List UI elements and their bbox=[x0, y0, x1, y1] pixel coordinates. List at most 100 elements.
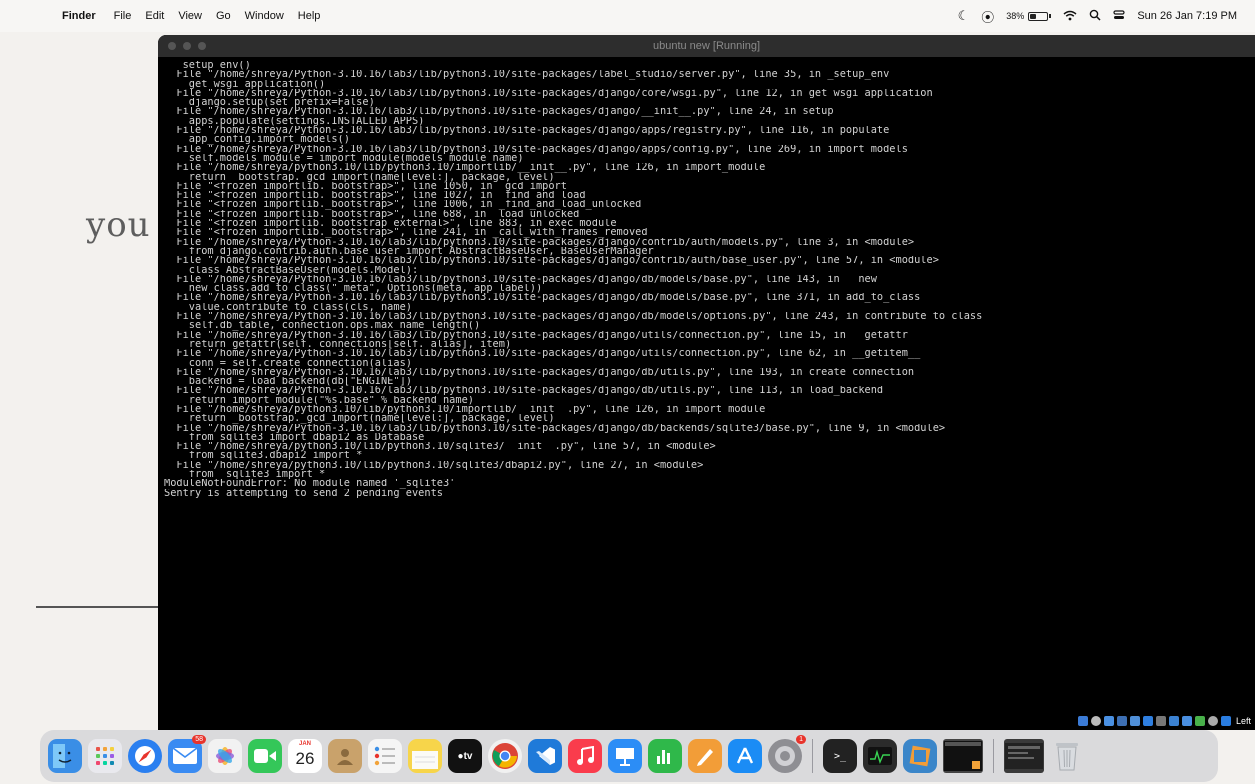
terminal-line: File "<frozen importlib._bootstrap>", li… bbox=[164, 181, 567, 192]
terminal-line: File "/home/shreya/Python-3.10.16/lab3/l… bbox=[164, 70, 890, 80]
terminal-line: return getattr(self._connections[self._a… bbox=[164, 339, 512, 350]
safari-icon[interactable] bbox=[128, 739, 162, 773]
pages-icon[interactable] bbox=[688, 739, 722, 773]
terminal-line: File "/home/shreya/Python-3.10.16/lab3/l… bbox=[164, 293, 921, 303]
battery-tip bbox=[1049, 14, 1052, 18]
terminal-output[interactable]: _setup_env() File "/home/shreya/Python-3… bbox=[164, 61, 1249, 498]
menu-file[interactable]: File bbox=[114, 10, 132, 22]
terminal-line: File "/home/shreya/Python-3.10.16/lab3/l… bbox=[164, 256, 939, 266]
terminal-line: File "/home/shreya/Python-3.10.16/lab3/l… bbox=[164, 107, 834, 117]
terminal-line: from django.contrib.auth.base_user impor… bbox=[164, 246, 654, 257]
notes-icon[interactable] bbox=[408, 739, 442, 773]
activity-monitor-icon[interactable] bbox=[863, 739, 897, 773]
photos-icon[interactable] bbox=[208, 739, 242, 773]
terminal-prompt-glyph: >_ bbox=[833, 750, 847, 762]
terminal-line: Sentry is attempting to send 2 pending e… bbox=[164, 488, 443, 498]
facetime-icon[interactable] bbox=[248, 739, 282, 773]
terminal-line: value.contribute_to_class(cls, name) bbox=[164, 302, 412, 313]
menu-help[interactable]: Help bbox=[298, 10, 321, 22]
recording-icon[interactable] bbox=[1181, 716, 1192, 726]
play-circle-icon[interactable]: ⦿ bbox=[981, 7, 994, 26]
chrome-icon[interactable] bbox=[488, 739, 522, 773]
virtualbox-icon[interactable] bbox=[903, 739, 937, 773]
terminal-line: File "/home/shreya/Python-3.10.16/lab3/l… bbox=[164, 386, 884, 396]
system-settings-icon[interactable]: 1 bbox=[768, 735, 806, 773]
keyboard-icon[interactable] bbox=[1220, 716, 1231, 726]
terminal-line: get_wsgi_application() bbox=[164, 79, 326, 89]
terminal-line: from _sqlite3 import * bbox=[164, 470, 326, 480]
contacts-icon[interactable] bbox=[328, 739, 362, 773]
terminal-line: File "/home/shreya/Python-3.10.16/lab3/l… bbox=[164, 312, 983, 322]
terminal-line: File "/home/shreya/Python-3.10.16/lab3/l… bbox=[164, 367, 915, 378]
terminal-line: backend = load_backend(db["ENGINE"]) bbox=[164, 377, 412, 387]
search-icon[interactable] bbox=[1089, 9, 1101, 24]
terminal-line: File "<frozen importlib._bootstrap>", li… bbox=[164, 228, 648, 238]
terminal-line: File "/home/shreya/Python-3.10.16/lab3/l… bbox=[164, 237, 915, 247]
keynote-icon[interactable] bbox=[608, 739, 642, 773]
finder-icon[interactable] bbox=[48, 739, 82, 773]
hard-disk-icon[interactable] bbox=[1077, 716, 1088, 726]
app-store-icon[interactable] bbox=[728, 739, 762, 773]
terminal-line: apps.populate(settings.INSTALLED_APPS) bbox=[164, 116, 425, 127]
cpu-icon[interactable] bbox=[1194, 716, 1205, 726]
terminal-line: File "/home/shreya/Python-3.10.16/lab3/l… bbox=[164, 126, 890, 136]
menu-app-finder[interactable]: Finder bbox=[62, 10, 96, 22]
moon-icon[interactable]: ☾ bbox=[958, 8, 970, 24]
calendar-month: JAN bbox=[298, 741, 311, 747]
control-center-icon[interactable] bbox=[1113, 9, 1125, 24]
terminal-line: File "/home/shreya/python3.10/lib/python… bbox=[164, 442, 716, 452]
terminal-line: File "/home/shreya/Python-3.10.16/lab3/l… bbox=[164, 274, 890, 285]
terminal-line: ModuleNotFoundError: No module named '_s… bbox=[164, 479, 456, 489]
vscode-icon[interactable] bbox=[528, 739, 562, 773]
vm-window[interactable]: ubuntu new [Running] _setup_env() File "… bbox=[158, 35, 1255, 730]
music-icon[interactable] bbox=[568, 739, 602, 773]
terminal-line: File "/home/shreya/Python-3.10.16/lab3/l… bbox=[164, 349, 921, 359]
status-area: ☾ ⦿ 38% Sun 26 Jan 7:19 PM bbox=[958, 7, 1245, 26]
video-capture-icon[interactable] bbox=[1168, 716, 1179, 726]
terminal-line: _setup_env() bbox=[164, 61, 251, 71]
mouse-integration-icon[interactable] bbox=[1207, 716, 1218, 726]
dock-separator-2 bbox=[993, 739, 994, 773]
screenshot-folder-icon[interactable] bbox=[1004, 739, 1044, 773]
terminal-line: from sqlite3.dbapi2 import * bbox=[164, 451, 363, 461]
battery-icon bbox=[1028, 11, 1049, 21]
optical-drive-icon[interactable] bbox=[1090, 716, 1101, 726]
mail-icon[interactable]: 58 bbox=[168, 735, 206, 773]
menu-bar: Finder File Edit View Go Window Help ☾ ⦿… bbox=[0, 0, 1255, 32]
terminal-line: File "/home/shreya/python3.10/lib/python… bbox=[164, 460, 704, 471]
terminal-line: app_config.import_models() bbox=[164, 135, 350, 145]
dock: 58 JAN 26 ●tv 1 >_ bbox=[40, 730, 1218, 782]
background-page-text: you bbox=[86, 205, 151, 245]
reminders-icon[interactable] bbox=[368, 739, 402, 773]
terminal-line: File "/home/shreya/Python-3.10.16/lab3/l… bbox=[164, 88, 933, 99]
network-icon[interactable] bbox=[1116, 716, 1127, 726]
terminal-icon[interactable]: >_ bbox=[823, 739, 857, 773]
calendar-icon[interactable]: JAN 26 bbox=[288, 739, 322, 773]
launchpad-icon[interactable] bbox=[88, 739, 122, 773]
battery-status[interactable]: 38% bbox=[1006, 11, 1052, 21]
terminal-line: File "/home/shreya/Python-3.10.16/lab3/l… bbox=[164, 330, 921, 340]
trash-icon[interactable] bbox=[1050, 739, 1084, 773]
preview-window-icon[interactable] bbox=[943, 739, 983, 773]
display-icon[interactable] bbox=[1155, 716, 1166, 726]
shared-folders-icon[interactable] bbox=[1142, 716, 1153, 726]
menu-go[interactable]: Go bbox=[216, 10, 231, 22]
terminal-line: self.models_module = import_module(model… bbox=[164, 153, 524, 164]
menu-window[interactable]: Window bbox=[245, 10, 284, 22]
usb-icon[interactable] bbox=[1129, 716, 1140, 726]
vm-titlebar[interactable]: ubuntu new [Running] bbox=[158, 35, 1255, 57]
menu-edit[interactable]: Edit bbox=[145, 10, 164, 22]
menu-view[interactable]: View bbox=[178, 10, 202, 22]
wifi-icon[interactable] bbox=[1063, 9, 1077, 24]
menu-clock[interactable]: Sun 26 Jan 7:19 PM bbox=[1137, 10, 1237, 22]
vm-status-bar: Left bbox=[1001, 712, 1255, 730]
terminal-line: File "/home/shreya/python3.10/lib/python… bbox=[164, 163, 766, 173]
host-key-label[interactable]: Left bbox=[1236, 716, 1251, 726]
terminal-line: File "<frozen importlib._bootstrap>", li… bbox=[164, 191, 586, 201]
terminal-line: from sqlite3 import dbapi2 as Database bbox=[164, 432, 425, 443]
terminal-line: class AbstractBaseUser(models.Model): bbox=[164, 265, 419, 275]
apple-tv-icon[interactable]: ●tv bbox=[448, 739, 482, 773]
numbers-icon[interactable] bbox=[648, 739, 682, 773]
vm-window-title: ubuntu new [Running] bbox=[652, 40, 761, 52]
audio-icon[interactable] bbox=[1103, 716, 1114, 726]
